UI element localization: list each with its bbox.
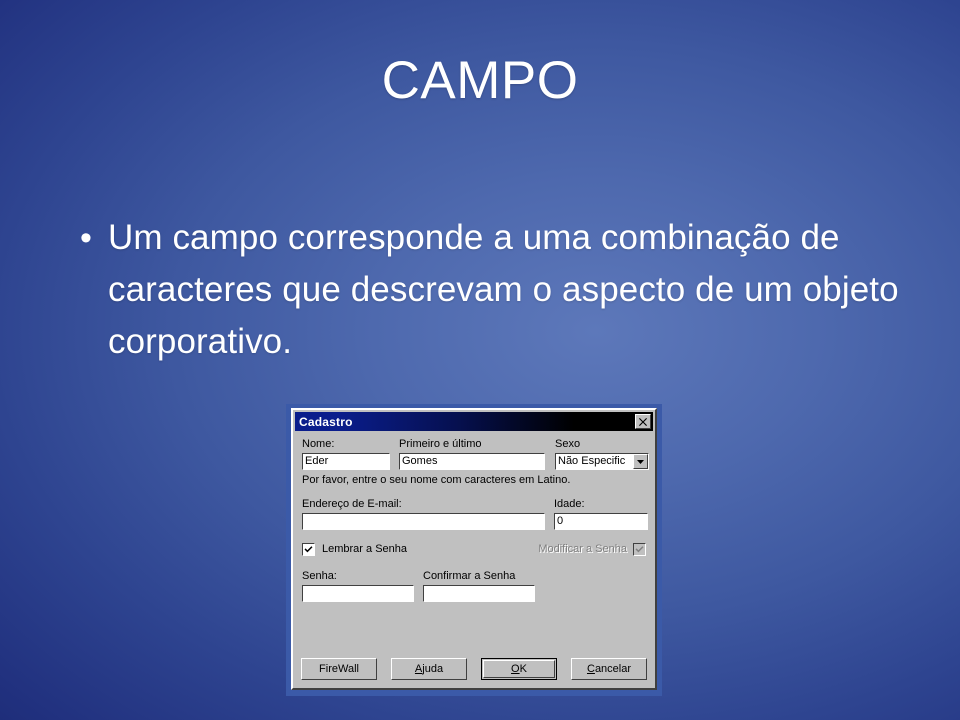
- ok-button[interactable]: OK: [481, 658, 557, 680]
- ok-button-label: OK: [511, 663, 527, 675]
- primeiro-ultimo-label: Primeiro e último: [399, 438, 482, 450]
- helper-text: Por favor, entre o seu nome com caracter…: [302, 474, 571, 486]
- label-rest: K: [519, 663, 527, 675]
- modificar-senha-checkbox: Modificar a Senha: [538, 543, 646, 556]
- idade-label: Idade:: [554, 498, 585, 510]
- cancelar-button[interactable]: Cancelar: [571, 658, 647, 680]
- dialog-outer-frame: Cadastro Nome: Primeiro e último Sexo Ed…: [286, 404, 662, 696]
- close-button[interactable]: [635, 414, 651, 429]
- sexo-label: Sexo: [555, 438, 581, 450]
- email-age-labels: Endereço de E-mail: Idade:: [302, 498, 646, 511]
- slide-body: • Um campo corresponde a uma combinação …: [72, 212, 902, 368]
- bullet-text: Um campo corresponde a uma combinação de…: [108, 218, 899, 361]
- lembrar-senha-label: Lembrar a Senha: [322, 543, 407, 555]
- dialog-titlebar[interactable]: Cadastro: [295, 412, 653, 431]
- name-row-inputs: Eder Gomes Não Especific: [302, 453, 649, 470]
- name-row-labels: Nome: Primeiro e último Sexo: [302, 438, 646, 451]
- modificar-senha-label: Modificar a Senha: [538, 543, 627, 555]
- senha-input[interactable]: [302, 585, 414, 602]
- ajuda-button-label: Ajuda: [415, 663, 443, 675]
- firewall-button-label: FireWall: [319, 663, 359, 675]
- lembrar-senha-checkbox[interactable]: Lembrar a Senha: [302, 543, 407, 556]
- email-input[interactable]: [302, 513, 545, 530]
- page-title: CAMPO: [381, 51, 579, 110]
- password-inputs: [302, 585, 646, 602]
- close-icon: [639, 417, 647, 426]
- sexo-dropdown[interactable]: Não Especific: [555, 453, 649, 470]
- check-icon: [304, 545, 313, 554]
- dialog-client-area: Nome: Primeiro e último Sexo Eder Gomes …: [293, 431, 655, 645]
- sexo-dropdown-arrow[interactable]: [633, 454, 648, 469]
- dialog-button-row: FireWall Ajuda OK Cancelar: [293, 658, 655, 688]
- cadastro-dialog: Cadastro Nome: Primeiro e último Sexo Ed…: [291, 408, 657, 690]
- confirmar-senha-label: Confirmar a Senha: [423, 570, 516, 582]
- password-labels: Senha: Confirmar a Senha: [302, 570, 646, 583]
- chevron-down-icon: [637, 459, 644, 464]
- checkbox-box: [633, 543, 646, 556]
- sexo-dropdown-value: Não Especific: [558, 455, 626, 467]
- label-rest: juda: [422, 663, 444, 675]
- check-icon: [635, 545, 644, 554]
- checkbox-box[interactable]: [302, 543, 315, 556]
- nome-label: Nome:: [302, 438, 335, 450]
- dialog-title: Cadastro: [299, 414, 353, 429]
- cancelar-button-label: Cancelar: [587, 663, 631, 675]
- firewall-button[interactable]: FireWall: [301, 658, 377, 680]
- email-age-inputs: 0: [302, 513, 648, 530]
- accel-char: O: [511, 663, 520, 675]
- slide-canvas: CAMPO • Um campo corresponde a uma combi…: [0, 0, 960, 720]
- ajuda-button[interactable]: Ajuda: [391, 658, 467, 680]
- bullet-list-item: • Um campo corresponde a uma combinação …: [72, 212, 902, 368]
- accel-char: C: [586, 663, 595, 675]
- idade-input[interactable]: 0: [554, 513, 648, 530]
- email-age-row: Endereço de E-mail: Idade: 0: [302, 498, 648, 530]
- checkbox-row: Lembrar a Senha Modificar a Senha: [302, 543, 646, 556]
- nome-input[interactable]: Eder: [302, 453, 390, 470]
- bullet-marker-icon: •: [80, 219, 92, 257]
- password-row: Senha: Confirmar a Senha: [302, 570, 646, 602]
- email-label: Endereço de E-mail:: [302, 498, 402, 510]
- sobrenome-input[interactable]: Gomes: [399, 453, 545, 470]
- label-rest: ancelar: [594, 663, 632, 675]
- confirmar-senha-input[interactable]: [423, 585, 535, 602]
- senha-label: Senha:: [302, 570, 337, 582]
